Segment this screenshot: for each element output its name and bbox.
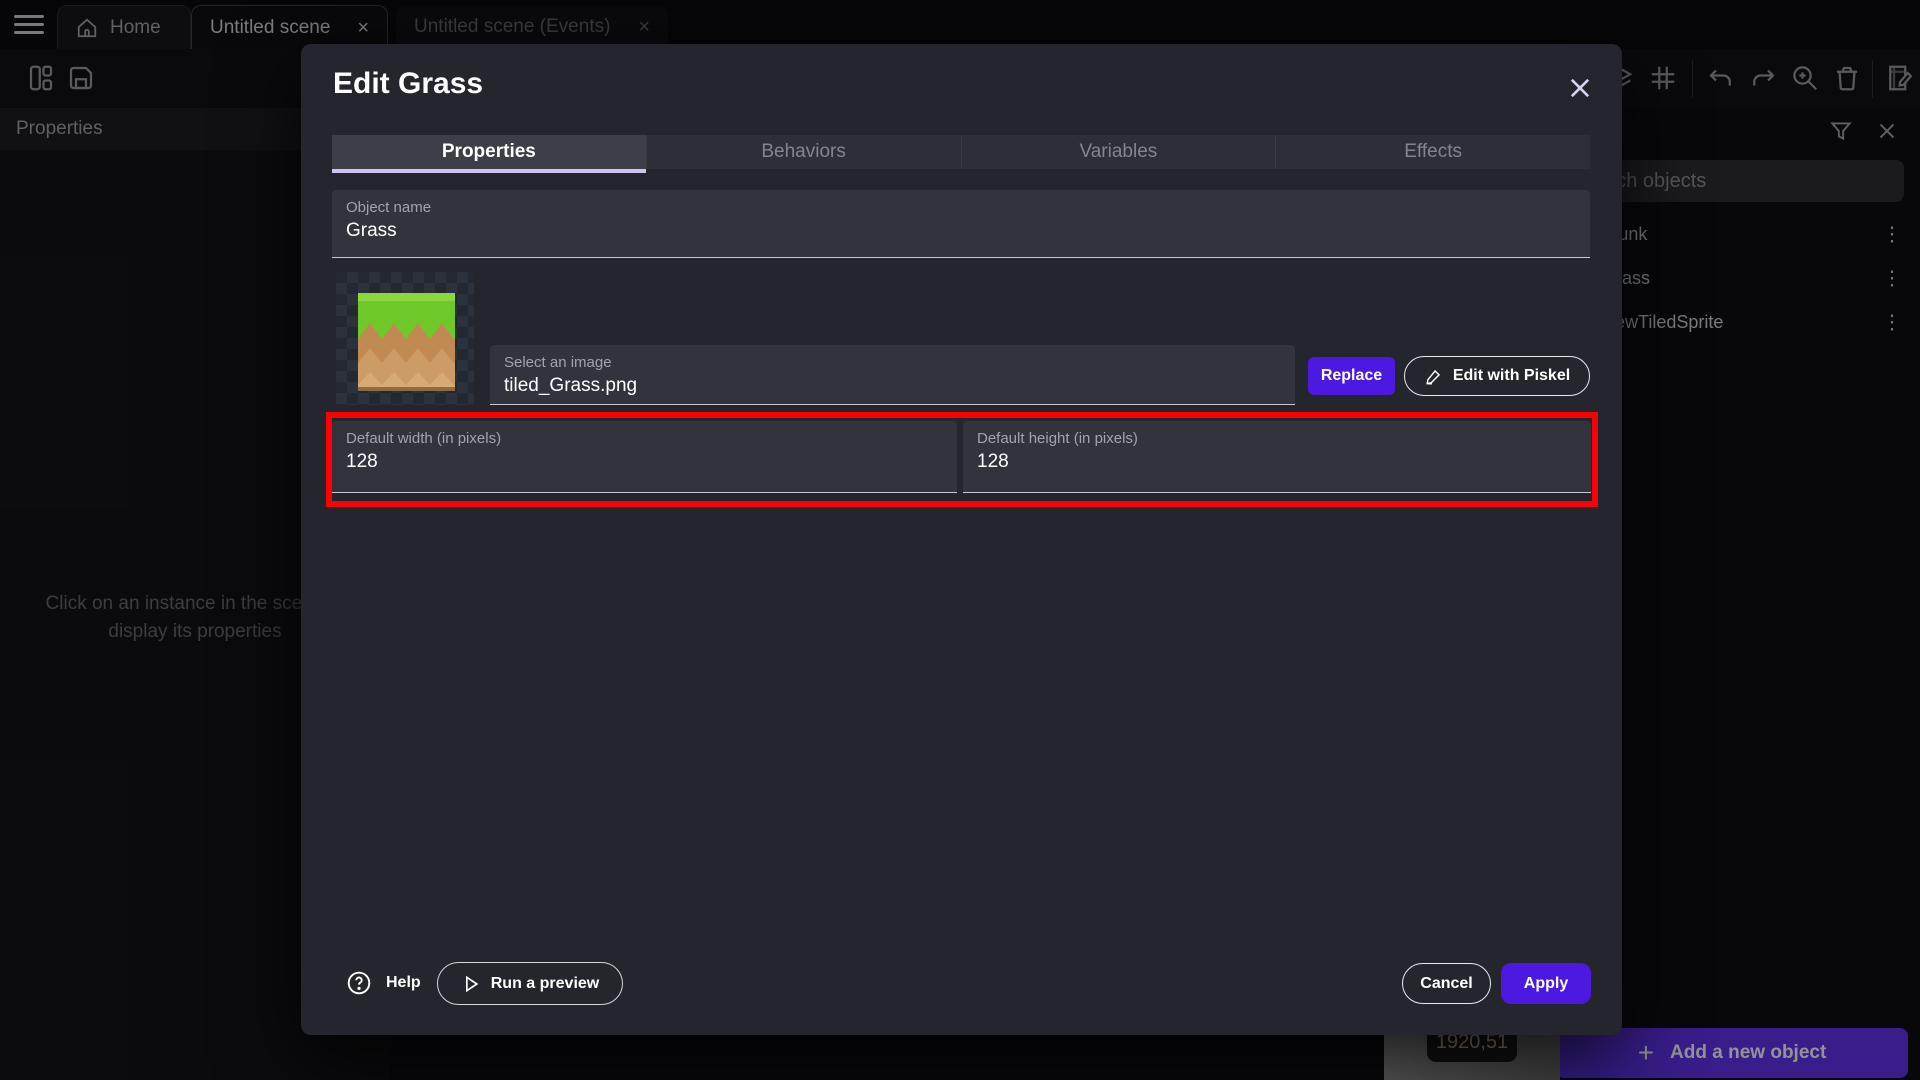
- dialog-title: Edit Grass: [333, 67, 483, 101]
- select-image-label: Select an image: [504, 354, 612, 371]
- apply-button[interactable]: Apply: [1501, 963, 1591, 1004]
- play-icon: [461, 974, 481, 994]
- image-filename-input[interactable]: [504, 375, 1285, 397]
- dialog-tabs: Properties Behaviors Variables Effects: [332, 135, 1590, 169]
- default-width-input[interactable]: [346, 451, 947, 473]
- tab-properties[interactable]: Properties: [332, 135, 647, 169]
- replace-image-button[interactable]: Replace: [1308, 357, 1395, 395]
- help-icon: [346, 970, 372, 996]
- grass-tile-image: [358, 293, 455, 391]
- select-image-field[interactable]: Select an image: [490, 345, 1295, 405]
- cancel-button[interactable]: Cancel: [1402, 963, 1491, 1004]
- pencil-icon: [1424, 367, 1443, 386]
- default-height-input[interactable]: [977, 451, 1581, 473]
- default-height-field[interactable]: Default height (in pixels): [963, 421, 1591, 493]
- edit-object-dialog: Edit Grass Properties Behaviors Variable…: [301, 44, 1622, 1035]
- object-name-input[interactable]: [346, 220, 1580, 242]
- default-width-label: Default width (in pixels): [346, 430, 501, 447]
- help-button[interactable]: Help: [346, 970, 421, 996]
- close-dialog-icon[interactable]: [1566, 74, 1594, 102]
- gdevelop-editor: Home Untitled scene × Untitled scene (Ev…: [0, 0, 1920, 1080]
- default-height-label: Default height (in pixels): [977, 430, 1138, 447]
- object-name-field[interactable]: Object name: [332, 190, 1590, 258]
- tab-effects[interactable]: Effects: [1276, 135, 1590, 169]
- tab-variables[interactable]: Variables: [962, 135, 1277, 169]
- tab-behaviors[interactable]: Behaviors: [647, 135, 962, 169]
- run-preview-button[interactable]: Run a preview: [437, 962, 623, 1005]
- edit-with-piskel-button[interactable]: Edit with Piskel: [1404, 356, 1590, 396]
- image-thumbnail[interactable]: [336, 272, 474, 405]
- object-name-label: Object name: [346, 199, 431, 216]
- default-width-field[interactable]: Default width (in pixels): [332, 421, 957, 493]
